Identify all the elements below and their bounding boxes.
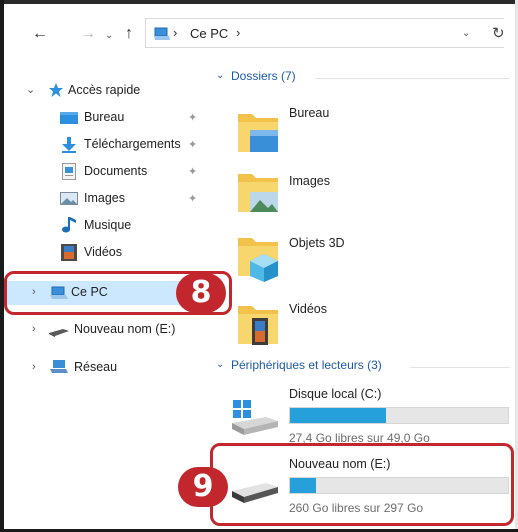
network-icon bbox=[50, 360, 68, 377]
chevron-down-icon: ⌄ bbox=[105, 30, 114, 41]
chevron-down-icon: ⌄ bbox=[462, 28, 471, 39]
desktop-folder-icon bbox=[60, 112, 78, 127]
recent-locations-dropdown[interactable]: ⌄ bbox=[105, 26, 113, 46]
refresh-icon: ↻ bbox=[492, 25, 505, 42]
callout-badge-9: 9 bbox=[178, 467, 228, 507]
address-toolbar: ← → ⌄ ↑ › Ce PC › ⌄ ↻ bbox=[4, 4, 515, 60]
pin-icon[interactable]: ✦ bbox=[188, 192, 197, 205]
arrow-right-icon: → bbox=[80, 25, 96, 42]
download-arrow-icon bbox=[62, 137, 76, 156]
arrow-up-icon: ↑ bbox=[125, 25, 133, 42]
drive-usage-bar bbox=[289, 407, 509, 424]
nav-item-bureau[interactable]: Bureau ✦ bbox=[4, 106, 206, 130]
up-button[interactable]: ↑ bbox=[125, 24, 133, 44]
external-drive-icon bbox=[49, 326, 69, 340]
folder-objets-3d[interactable]: Objets 3D bbox=[236, 232, 496, 290]
arrow-left-icon: ← bbox=[32, 25, 48, 42]
refresh-button[interactable]: ↻ bbox=[492, 24, 505, 42]
videos-folder-icon bbox=[236, 300, 280, 349]
chevron-right-icon[interactable]: › bbox=[32, 361, 36, 373]
music-note-icon bbox=[62, 217, 76, 236]
pin-icon[interactable]: ✦ bbox=[188, 111, 197, 124]
nav-item-label: Musique bbox=[84, 218, 132, 232]
nav-drive-label: Nouveau nom (E:) bbox=[74, 322, 176, 336]
folders-group-header[interactable]: ⌄ Dossiers (7) bbox=[214, 69, 510, 87]
3d-objects-folder-icon bbox=[236, 232, 280, 285]
nav-item-label: Images bbox=[84, 191, 125, 205]
address-bar[interactable]: › Ce PC › ⌄ ↻ bbox=[145, 18, 505, 48]
nav-item-documents[interactable]: Documents ✦ bbox=[4, 160, 206, 184]
images-icon bbox=[60, 192, 78, 208]
drive-usage-fill bbox=[290, 408, 386, 423]
breadcrumb-this-pc[interactable]: Ce PC bbox=[190, 26, 228, 41]
folder-videos[interactable]: Vidéos bbox=[236, 296, 496, 354]
folder-name: Vidéos bbox=[289, 302, 327, 316]
breadcrumb-separator[interactable]: › bbox=[173, 25, 177, 40]
chevron-down-icon[interactable]: ⌄ bbox=[26, 83, 35, 96]
nav-item-images[interactable]: Images ✦ bbox=[4, 187, 206, 211]
drive-name: Disque local (C:) bbox=[289, 387, 382, 401]
address-dropdown-button[interactable]: ⌄ bbox=[462, 28, 470, 39]
nav-item-label: Téléchargements bbox=[84, 137, 181, 151]
breadcrumb-separator[interactable]: › bbox=[236, 25, 240, 40]
folders-group-title: Dossiers (7) bbox=[231, 69, 296, 83]
windows-drive-icon bbox=[230, 397, 280, 440]
documents-icon bbox=[62, 163, 76, 183]
nav-item-label: Vidéos bbox=[84, 245, 122, 259]
drive-c[interactable]: Disque local (C:) 27,4 Go libres sur 49,… bbox=[230, 387, 515, 449]
nav-drive-e[interactable]: › Nouveau nom (E:) bbox=[4, 318, 206, 342]
nav-network[interactable]: › Réseau bbox=[4, 356, 206, 380]
forward-button[interactable]: → bbox=[80, 24, 96, 44]
chevron-down-icon: ⌄ bbox=[216, 359, 225, 370]
nav-quick-access-label: Accès rapide bbox=[68, 83, 141, 97]
desktop-folder-icon bbox=[236, 108, 280, 157]
pin-icon[interactable]: ✦ bbox=[188, 165, 197, 178]
this-pc-icon bbox=[154, 27, 170, 44]
nav-quick-access[interactable]: ⌄ Accès rapide bbox=[4, 79, 206, 103]
folder-name: Images bbox=[289, 174, 330, 188]
nav-network-label: Réseau bbox=[74, 360, 118, 374]
nav-item-telechargements[interactable]: Téléchargements ✦ bbox=[4, 133, 206, 157]
video-film-icon bbox=[61, 244, 77, 264]
star-icon bbox=[48, 82, 64, 101]
folder-name: Objets 3D bbox=[289, 236, 345, 250]
folder-images[interactable]: Images bbox=[236, 168, 496, 226]
nav-item-label: Documents bbox=[84, 164, 148, 178]
nav-item-label: Bureau bbox=[84, 110, 125, 124]
images-folder-icon bbox=[236, 168, 280, 217]
group-divider bbox=[316, 78, 510, 79]
devices-group-header[interactable]: ⌄ Périphériques et lecteurs (3) bbox=[214, 358, 510, 376]
folder-bureau[interactable]: Bureau bbox=[236, 104, 496, 162]
callout-number: 9 bbox=[192, 469, 214, 504]
callout-outline-drive-e bbox=[210, 443, 514, 526]
chevron-right-icon[interactable]: › bbox=[32, 323, 36, 335]
back-button[interactable]: ← bbox=[32, 24, 48, 44]
chevron-down-icon: ⌄ bbox=[216, 70, 225, 81]
nav-item-musique[interactable]: Musique bbox=[4, 214, 206, 238]
callout-number: 8 bbox=[190, 275, 212, 310]
group-divider bbox=[410, 367, 510, 368]
pin-icon[interactable]: ✦ bbox=[188, 138, 197, 151]
folder-name: Bureau bbox=[289, 106, 330, 120]
nav-item-videos[interactable]: Vidéos bbox=[4, 241, 206, 265]
devices-group-title: Périphériques et lecteurs (3) bbox=[231, 358, 382, 372]
callout-badge-8: 8 bbox=[176, 273, 226, 313]
